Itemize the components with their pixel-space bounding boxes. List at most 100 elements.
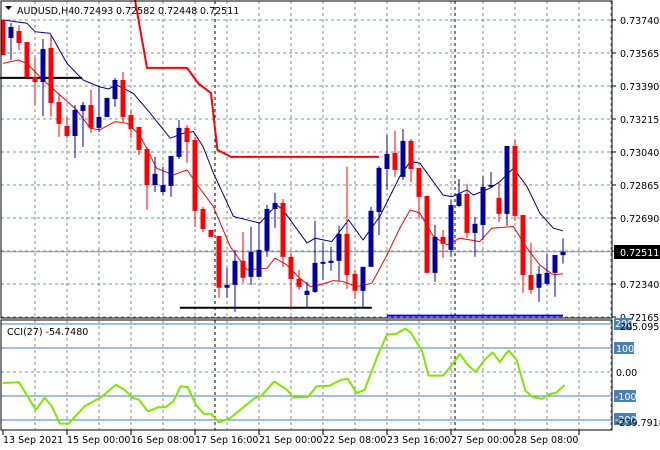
- candle-body: [536, 273, 542, 288]
- close-value: 0.72511: [200, 6, 239, 17]
- cci-min-label: -239.7918: [616, 418, 660, 429]
- candle-body: [496, 197, 502, 214]
- candle: [512, 139, 518, 221]
- candle-body: [296, 278, 302, 287]
- candle-body: [432, 236, 438, 273]
- candle: [448, 199, 454, 257]
- price-tick: 0.72340: [620, 280, 659, 291]
- candle-body: [200, 208, 206, 229]
- candle-body: [400, 140, 406, 177]
- candle: [200, 206, 206, 232]
- candle-body: [224, 284, 230, 288]
- price-tick: 0.73390: [620, 82, 659, 93]
- price-tick: 0.72690: [620, 214, 659, 225]
- candle: [104, 97, 110, 117]
- candle-body: [504, 145, 510, 214]
- candle: [208, 229, 214, 237]
- candle-body: [72, 109, 78, 136]
- candle: [368, 206, 374, 267]
- cci-max-label: 205.0955: [620, 322, 660, 333]
- candle-body: [344, 233, 350, 275]
- candle-body: [24, 42, 30, 77]
- high-value: 0.72582: [116, 6, 155, 17]
- candle: [280, 198, 286, 267]
- candle-body: [80, 105, 86, 111]
- price-chart[interactable]: AUDUSD,H4 0.72493 0.72582 0.72448 0.7251…: [0, 0, 660, 450]
- candle-body: [488, 185, 494, 187]
- time-label: 23 Sep 16:00: [387, 435, 450, 446]
- candle-body: [408, 140, 414, 169]
- candle-body: [448, 204, 454, 250]
- candle-body: [376, 167, 382, 212]
- price-tick: 0.73215: [620, 115, 659, 126]
- candle-body: [440, 236, 446, 244]
- candle-body: [424, 195, 430, 273]
- candle-body: [256, 249, 262, 277]
- candle-body: [136, 126, 142, 150]
- candle-body: [352, 273, 358, 291]
- time-label: 13 Sep 2021: [3, 435, 63, 446]
- candle-body: [32, 76, 38, 83]
- candle-body: [88, 105, 94, 128]
- candle-body: [176, 127, 182, 157]
- candle-body: [128, 115, 134, 129]
- candle-body: [456, 193, 462, 206]
- cci-level-label: -100: [615, 392, 637, 403]
- candle-body: [184, 127, 190, 143]
- candle-body: [104, 97, 110, 117]
- cci-level-label: 100: [616, 344, 634, 355]
- candle-body: [320, 261, 326, 264]
- candle-body: [120, 79, 126, 117]
- price-tick: 0.73565: [620, 49, 659, 60]
- candle-body: [64, 125, 70, 136]
- candle-body: [240, 260, 246, 278]
- price-tick: 0.72865: [620, 181, 659, 192]
- candle-body: [40, 49, 46, 83]
- candle-body: [232, 260, 238, 285]
- candle-body: [264, 208, 270, 251]
- candle-body: [480, 186, 486, 225]
- cci-zero-label: 0.00: [616, 368, 637, 379]
- candle-body: [552, 254, 558, 273]
- candle-body: [288, 256, 294, 279]
- candle-body: [8, 26, 14, 38]
- symbol-header: AUDUSD,H4 0.72493 0.72582 0.72448 0.7251…: [5, 6, 239, 17]
- candle-body: [216, 235, 222, 288]
- candle-body: [384, 153, 390, 169]
- candle-body: [208, 229, 214, 237]
- candle-body: [520, 214, 526, 275]
- candle-body: [160, 185, 166, 192]
- candle: [264, 204, 270, 257]
- candle-body: [280, 202, 286, 257]
- price-tick: 0.73740: [620, 16, 659, 27]
- candle: [424, 195, 430, 273]
- symbol-label: AUDUSD,H4: [17, 6, 74, 17]
- time-axis[interactable]: 13 Sep 2021 15 Sep 00:00 16 Sep 08:00 17…: [3, 435, 578, 446]
- candle-body: [464, 193, 470, 233]
- candle-body: [336, 233, 342, 261]
- candle-body: [328, 260, 334, 263]
- candle-body: [112, 79, 118, 100]
- open-value: 0.72493: [74, 6, 113, 17]
- current-price-label: 0.72511: [620, 248, 659, 259]
- candle: [24, 42, 30, 77]
- candle-body: [528, 274, 534, 290]
- candle-body: [304, 290, 310, 295]
- time-label: 21 Sep 00:00: [259, 435, 322, 446]
- candle-body: [56, 102, 62, 124]
- time-label: 16 Sep 08:00: [131, 435, 194, 446]
- candle-body: [368, 210, 374, 267]
- price-tick: 0.73040: [620, 148, 659, 159]
- candle-body: [248, 251, 254, 277]
- time-label: 17 Sep 16:00: [195, 435, 258, 446]
- time-label: 28 Sep 08:00: [515, 435, 578, 446]
- candle-body: [416, 167, 422, 197]
- time-label: 27 Sep 00:00: [451, 435, 514, 446]
- candle-body: [168, 155, 174, 186]
- candle-body: [360, 266, 366, 291]
- candle-body: [392, 152, 398, 170]
- candle-body: [560, 251, 566, 256]
- candle-body: [512, 145, 518, 216]
- candle-body: [16, 30, 22, 44]
- candle-body: [472, 223, 478, 233]
